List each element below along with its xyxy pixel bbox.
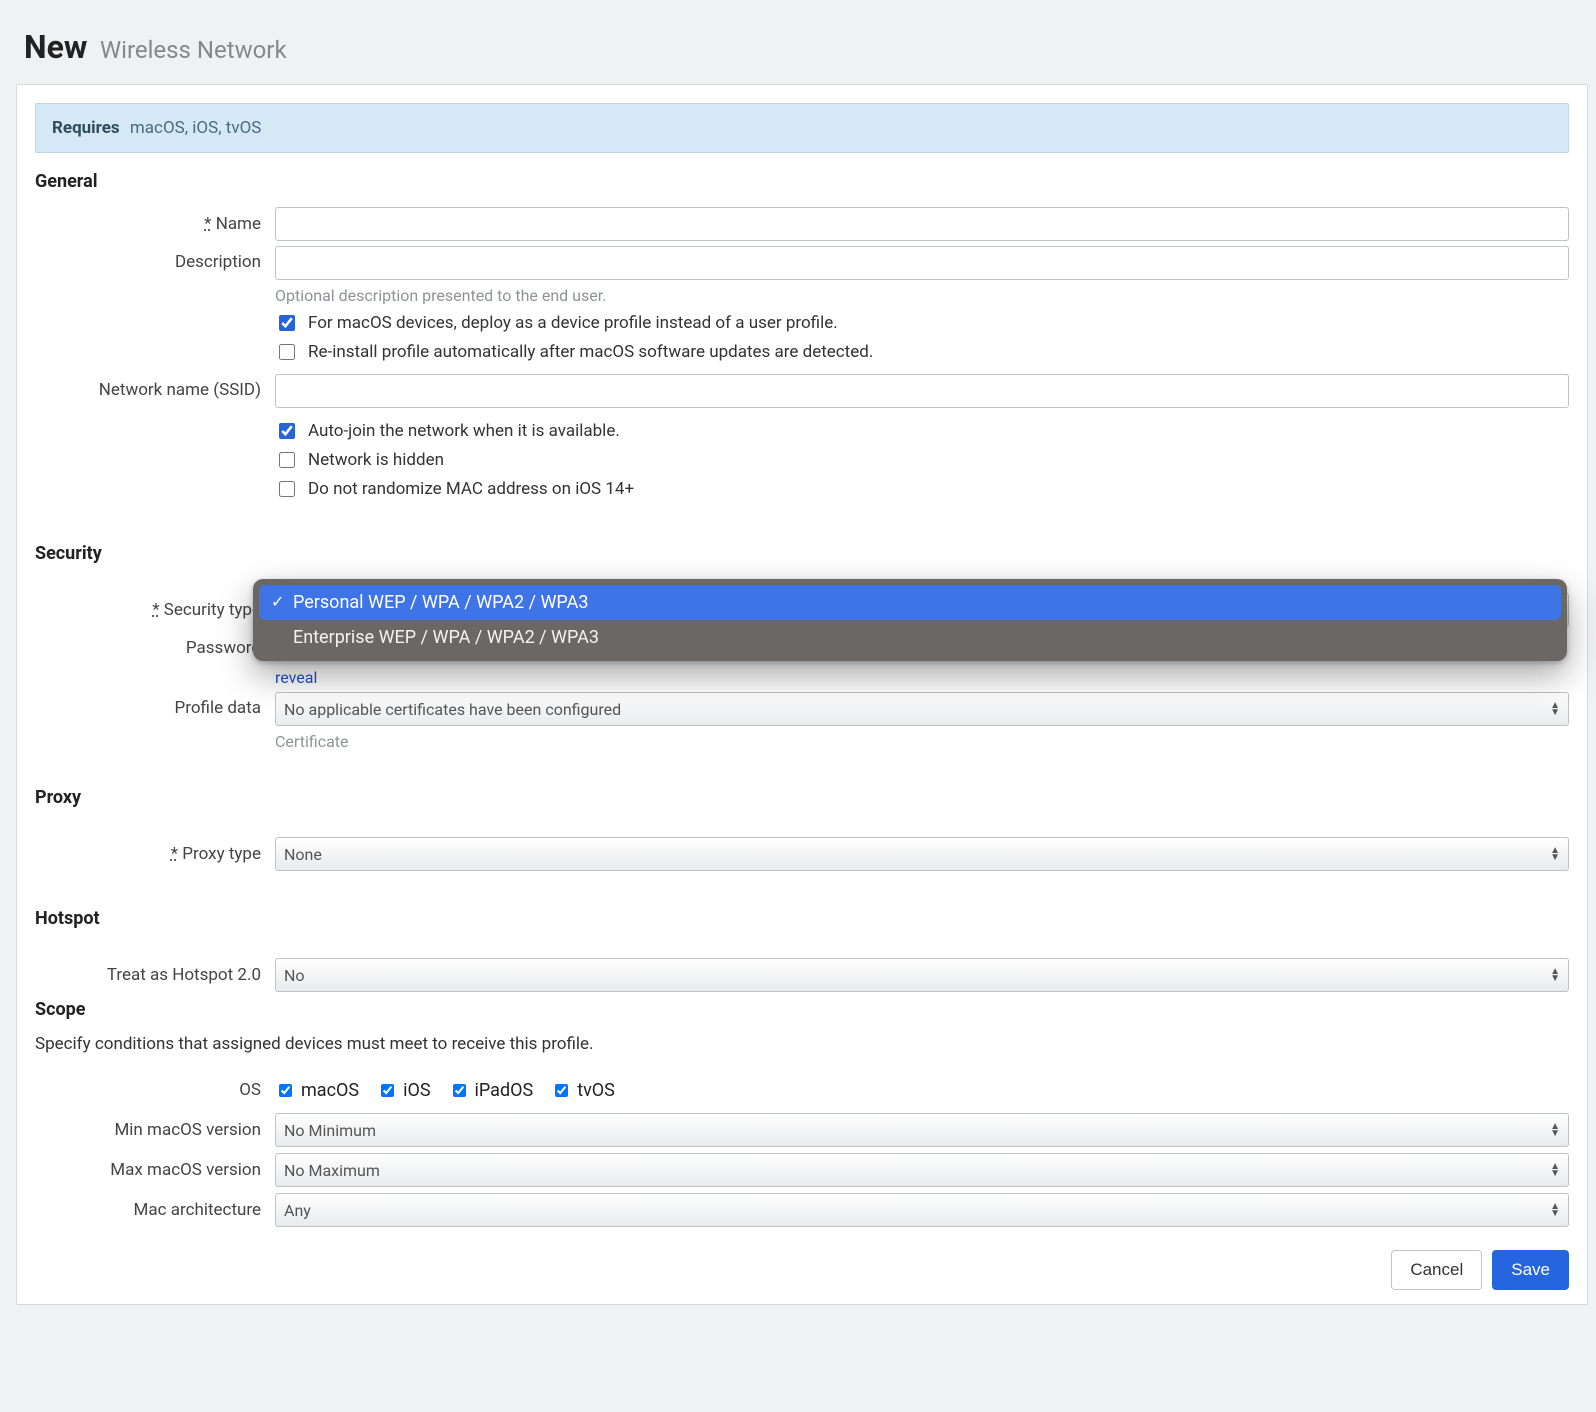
description-input[interactable] [275, 246, 1569, 280]
section-heading-general: General [35, 171, 1569, 192]
section-heading-security: Security [35, 543, 1569, 564]
page-title-row: New Wireless Network [10, 20, 1594, 84]
security-type-label: * Security type [35, 600, 275, 620]
page-title-sub: Wireless Network [100, 36, 287, 64]
checkbox-os-macos[interactable] [279, 1084, 292, 1097]
description-hint: Optional description presented to the en… [275, 286, 1569, 305]
section-heading-hotspot: Hotspot [35, 908, 1569, 929]
checkbox-device-profile[interactable] [279, 315, 295, 331]
checkbox-device-profile-label: For macOS devices, deploy as a device pr… [308, 313, 838, 333]
page-title-strong: New [24, 28, 87, 66]
security-type-option-personal[interactable]: Personal WEP / WPA / WPA2 / WPA3 [259, 585, 1561, 620]
checkbox-os-ios[interactable] [381, 1084, 394, 1097]
checkbox-reinstall-label: Re-install profile automatically after m… [308, 342, 873, 362]
hotspot-label: Treat as Hotspot 2.0 [35, 965, 275, 985]
os-ipados-label: iPadOS [475, 1080, 534, 1101]
name-input[interactable] [275, 207, 1569, 241]
checkbox-autojoin[interactable] [279, 423, 295, 439]
ssid-input[interactable] [275, 374, 1569, 408]
cancel-button[interactable]: Cancel [1391, 1250, 1482, 1290]
save-button[interactable]: Save [1492, 1250, 1569, 1290]
section-heading-proxy: Proxy [35, 787, 1569, 808]
requires-label: Requires [52, 118, 120, 138]
reveal-link[interactable]: reveal [275, 668, 317, 687]
ssid-label: Network name (SSID) [35, 374, 275, 400]
arch-select[interactable]: Any ▲▼ [275, 1193, 1569, 1227]
profile-data-value: No applicable certificates have been con… [284, 700, 621, 719]
checkbox-reinstall[interactable] [279, 344, 295, 360]
security-type-dropdown[interactable]: Personal WEP / WPA / WPA2 / WPA3 Enterpr… [253, 579, 1567, 661]
requires-os: macOS, iOS, tvOS [130, 118, 261, 138]
caret-updown-icon: ▲▼ [1550, 1203, 1560, 1217]
profile-data-select[interactable]: No applicable certificates have been con… [275, 692, 1569, 726]
requires-bar: Requires macOS, iOS, tvOS [35, 103, 1569, 153]
os-ios-label: iOS [403, 1080, 430, 1101]
arch-label: Mac architecture [35, 1200, 275, 1220]
main-panel: Requires macOS, iOS, tvOS General * Name… [16, 84, 1588, 1305]
profile-data-hint: Certificate [275, 732, 1569, 751]
scope-description: Specify conditions that assigned devices… [35, 1034, 1569, 1054]
caret-updown-icon: ▲▼ [1550, 1163, 1560, 1177]
checkbox-norandom-mac[interactable] [279, 481, 295, 497]
checkbox-os-tvos[interactable] [555, 1084, 568, 1097]
hotspot-value: No [284, 966, 305, 985]
checkbox-autojoin-label: Auto-join the network when it is availab… [308, 421, 620, 441]
hotspot-select[interactable]: No ▲▼ [275, 958, 1569, 992]
min-macos-label: Min macOS version [35, 1120, 275, 1140]
caret-updown-icon: ▲▼ [1550, 847, 1560, 861]
checkbox-os-ipados[interactable] [453, 1084, 466, 1097]
password-label: Password [35, 632, 275, 658]
section-heading-scope: Scope [35, 999, 1569, 1020]
proxy-type-label: * Proxy type [35, 844, 275, 864]
proxy-type-select[interactable]: None ▲▼ [275, 837, 1569, 871]
arch-value: Any [284, 1201, 311, 1220]
min-macos-value: No Minimum [284, 1121, 376, 1140]
description-label: Description [35, 246, 275, 272]
min-macos-select[interactable]: No Minimum ▲▼ [275, 1113, 1569, 1147]
checkbox-norandom-mac-label: Do not randomize MAC address on iOS 14+ [308, 479, 634, 499]
caret-updown-icon: ▲▼ [1550, 702, 1560, 716]
profile-data-label: Profile data [35, 692, 275, 718]
os-macos-label: macOS [301, 1080, 359, 1101]
proxy-type-value: None [284, 845, 322, 864]
max-macos-select[interactable]: No Maximum ▲▼ [275, 1153, 1569, 1187]
max-macos-value: No Maximum [284, 1161, 380, 1180]
security-type-option-enterprise[interactable]: Enterprise WEP / WPA / WPA2 / WPA3 [259, 620, 1561, 655]
caret-updown-icon: ▲▼ [1550, 1123, 1560, 1137]
os-label: OS [35, 1080, 275, 1100]
caret-updown-icon: ▲▼ [1550, 968, 1560, 982]
checkbox-hidden[interactable] [279, 452, 295, 468]
max-macos-label: Max macOS version [35, 1160, 275, 1180]
os-tvos-label: tvOS [577, 1080, 615, 1101]
checkbox-hidden-label: Network is hidden [308, 450, 444, 470]
name-label: * Name [35, 214, 275, 234]
